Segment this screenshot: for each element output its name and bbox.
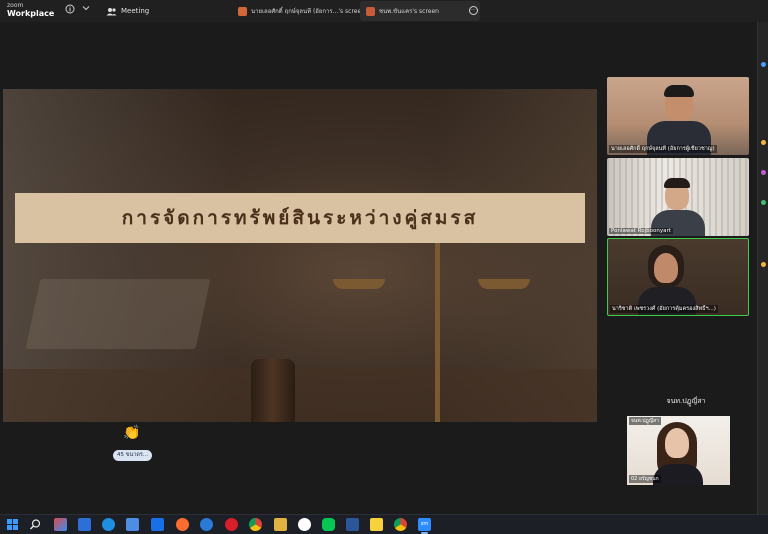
avatar [366,6,375,16]
screen-tab-2[interactable]: ชนพ.ขันแคร's screen [360,1,480,21]
participant-video-tile[interactable]: นายเลอศักดิ์ ฤกษ์จุลนที (อัยการผู้เชี่ยว… [607,77,749,155]
reaction-count-badge[interactable]: 45 ขนาดร... [113,450,153,461]
clap-reaction-icon: 👏 [123,425,141,441]
participant-video-tile[interactable]: Ponlawat Rojboonyart [607,158,749,236]
zoom-app-icon[interactable]: zm [418,518,431,534]
slide-title: การจัดการทรัพย์สินระหว่างคู่สมรส [121,207,479,229]
windows-taskbar: zm [0,514,768,534]
store-icon[interactable] [78,518,91,531]
pinned-participant-tile[interactable]: จนท.ปฏูญี่สา 02 ยรัญชนก [627,416,730,485]
chrome-profile-icon[interactable] [394,518,407,531]
desk-graphic [3,369,597,422]
line-icon[interactable] [322,518,335,531]
side-panel-edge[interactable] [757,22,768,514]
brand-bottom: Workplace [7,9,55,18]
participant-video-tile-active-speaker[interactable]: นาริชาติ เพชรวงศ์ (อัยการคุ้มครองสิทธิ์ฯ… [607,238,749,316]
participant-name: 02 ยรัญชนก [629,475,661,483]
scale-graphic [435,214,440,422]
shared-screen-slide: การจัดการทรัพย์สินระหว่างคู่สมรส [3,89,597,422]
participants-icon [106,7,117,15]
edge-icon[interactable] [102,518,115,531]
participant-name: นายเลอศักดิ์ ฤกษ์จุลนที (อัยการผู้เชี่ยว… [609,145,717,153]
pinned-participant-label: จนท.ปฏูญี่สา [666,397,706,405]
zoom-window: zoom Workplace Meeting นายเลอศักดิ์ ฤกษ์… [0,0,768,534]
participant-name: Ponlawat Rojboonyart [609,228,673,234]
participant-tag: จนท.ปฏูญี่สา [629,417,661,425]
slide-title-banner: การจัดการทรัพย์สินระหว่างคู่สมรส [15,193,585,243]
meeting-label: Meeting [121,7,150,15]
zoom-logo: zoom Workplace [7,2,54,18]
mail-icon[interactable] [126,518,139,531]
screen-tab-label: นายเลอศักดิ์ ฤกษ์จุลนที (อัยการ...'s scr… [251,8,365,15]
title-bar: zoom Workplace Meeting นายเลอศักดิ์ ฤกษ์… [0,0,768,22]
participant-face [665,428,689,458]
firefox-icon[interactable] [176,518,189,531]
screen-tab-1[interactable]: นายเลอศักดิ์ ฤกษ์จุลนที (อัยการ...'s scr… [232,1,371,21]
participant-face [654,253,678,283]
internet-explorer-icon[interactable] [200,518,213,531]
google-icon[interactable] [298,518,311,531]
sticky-notes-icon[interactable] [370,518,383,531]
file-explorer-icon[interactable] [274,518,287,531]
chrome-icon[interactable] [249,518,262,531]
gavel-graphic [251,359,295,422]
meeting-tab[interactable]: Meeting [106,3,149,19]
windows-start-icon[interactable] [6,518,19,531]
chevron-down-icon[interactable] [80,4,92,16]
dropbox-icon[interactable] [151,518,164,531]
word-icon[interactable] [346,518,359,531]
laptop-graphic [25,279,211,349]
info-icon[interactable] [64,4,76,16]
widgets-icon[interactable] [54,518,67,531]
opera-icon[interactable] [225,518,238,531]
more-options-icon[interactable]: ··· [469,6,478,15]
search-icon[interactable] [29,518,42,531]
participant-name: นาริชาติ เพชรวงศ์ (อัยการคุ้มครองสิทธิ์ฯ… [610,305,718,313]
screen-tab-label: ชนพ.ขันแคร's screen [379,8,439,15]
avatar [238,6,247,16]
